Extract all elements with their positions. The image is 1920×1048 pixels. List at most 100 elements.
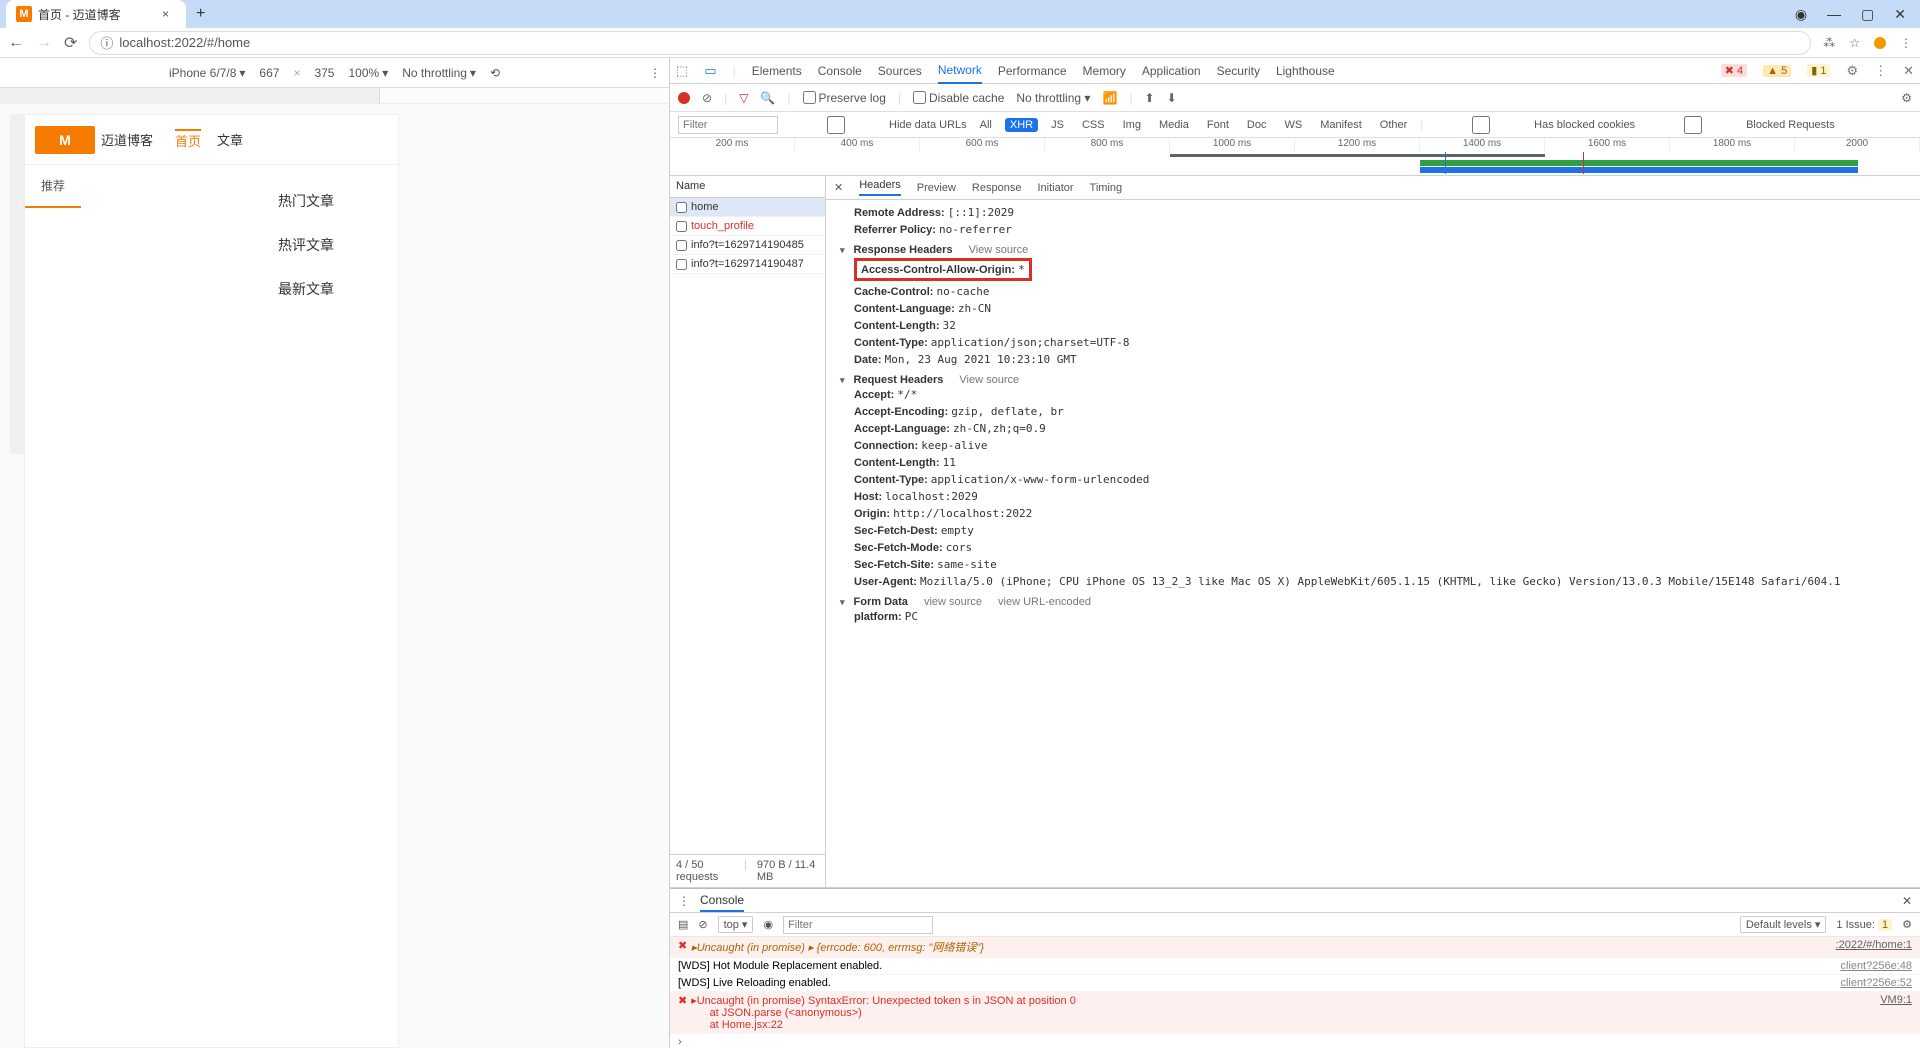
- request-row[interactable]: info?t=1629714190487: [670, 255, 825, 274]
- throttling-select[interactable]: No throttling ▾: [1016, 91, 1090, 105]
- detail-tab-headers[interactable]: Headers: [859, 179, 901, 196]
- detail-tab-response[interactable]: Response: [972, 182, 1022, 194]
- device-select[interactable]: iPhone 6/7/8 ▾: [169, 66, 245, 80]
- console-tab[interactable]: Console: [700, 890, 744, 912]
- zoom-select[interactable]: 100% ▾: [348, 66, 388, 80]
- request-row[interactable]: home: [670, 198, 825, 217]
- filter-type-media[interactable]: Media: [1154, 118, 1194, 132]
- console-output[interactable]: ✖▸Uncaught (in promise) ▸ {errcode: 600,…: [670, 937, 1920, 1048]
- device-width[interactable]: 667: [259, 66, 279, 80]
- nav-home[interactable]: 首页: [175, 129, 201, 150]
- console-settings-icon[interactable]: ⚙: [1902, 918, 1912, 931]
- console-filter-input[interactable]: [783, 916, 933, 934]
- close-detail-icon[interactable]: ✕: [834, 181, 843, 194]
- drawer-menu-icon[interactable]: ⋮: [678, 894, 690, 908]
- new-tab-button[interactable]: +: [196, 5, 205, 23]
- preserve-log-checkbox[interactable]: Preserve log: [803, 91, 886, 105]
- filter-type-ws[interactable]: WS: [1279, 118, 1307, 132]
- translate-icon[interactable]: ⁂: [1823, 36, 1835, 50]
- devtools-tab-memory[interactable]: Memory: [1083, 59, 1126, 83]
- back-icon[interactable]: ←: [8, 34, 24, 52]
- inspect-icon[interactable]: ⬚: [676, 63, 688, 79]
- hide-data-urls[interactable]: Hide data URLs: [786, 116, 967, 134]
- devtools-tab-sources[interactable]: Sources: [878, 59, 922, 83]
- detail-tab-initiator[interactable]: Initiator: [1037, 182, 1073, 194]
- warnings-badge[interactable]: ▲ 5: [1763, 65, 1791, 77]
- reload-icon[interactable]: ⟳: [64, 33, 77, 53]
- filter-type-img[interactable]: Img: [1118, 118, 1146, 132]
- console-sidebar-icon[interactable]: ▤: [678, 918, 688, 931]
- eye-icon[interactable]: ◉: [763, 918, 773, 931]
- request-row[interactable]: info?t=1629714190485: [670, 236, 825, 255]
- console-prompt[interactable]: ›: [670, 1034, 1920, 1048]
- filter-type-doc[interactable]: Doc: [1242, 118, 1272, 132]
- issues-badge[interactable]: ▮ 1: [1807, 64, 1830, 77]
- extension-icon[interactable]: [1874, 37, 1886, 49]
- devtools-tab-console[interactable]: Console: [818, 59, 862, 83]
- maximize-icon[interactable]: ▢: [1861, 6, 1874, 23]
- devtools-tab-performance[interactable]: Performance: [998, 59, 1067, 83]
- device-mode-icon[interactable]: ▭: [704, 63, 716, 79]
- close-drawer-icon[interactable]: ✕: [1902, 894, 1912, 908]
- url-input[interactable]: ⓘ localhost:2022/#/home: [89, 31, 1811, 55]
- search-icon[interactable]: 🔍: [760, 91, 775, 105]
- network-timeline[interactable]: 200 ms400 ms600 ms800 ms1000 ms1200 ms14…: [670, 138, 1920, 176]
- minimize-icon[interactable]: —: [1827, 6, 1841, 23]
- filter-type-css[interactable]: CSS: [1077, 118, 1110, 132]
- filter-input[interactable]: [678, 116, 778, 134]
- filter-type-font[interactable]: Font: [1202, 118, 1234, 132]
- filter-type-xhr[interactable]: XHR: [1005, 118, 1038, 132]
- close-icon[interactable]: ×: [162, 7, 176, 21]
- devtools-tab-security[interactable]: Security: [1217, 59, 1260, 83]
- export-icon[interactable]: ⬇: [1167, 91, 1177, 105]
- close-devtools-icon[interactable]: ✕: [1903, 63, 1914, 79]
- filter-icon[interactable]: ▽: [739, 91, 748, 105]
- nav-articles[interactable]: 文章: [217, 130, 243, 149]
- record-icon[interactable]: [678, 92, 690, 104]
- levels-select[interactable]: Default levels ▾: [1740, 916, 1827, 933]
- blocked-cookies-checkbox[interactable]: Has blocked cookies: [1431, 116, 1635, 134]
- site-logo[interactable]: M: [35, 126, 95, 154]
- disc-icon[interactable]: ◉: [1795, 6, 1807, 23]
- menu-icon[interactable]: ⋮: [1900, 36, 1912, 50]
- errors-badge[interactable]: ✖ 4: [1721, 64, 1747, 77]
- import-icon[interactable]: ⬆: [1145, 91, 1155, 105]
- console-line[interactable]: [WDS] Hot Module Replacement enabled.cli…: [670, 958, 1920, 975]
- device-height[interactable]: 375: [314, 66, 334, 80]
- clear-console-icon[interactable]: ⊘: [698, 918, 707, 931]
- wifi-icon[interactable]: 📶: [1102, 91, 1117, 105]
- rotate-icon[interactable]: ⟲: [490, 66, 500, 80]
- filter-type-js[interactable]: JS: [1046, 118, 1069, 132]
- headers-panel[interactable]: Remote Address: [::1]:2029Referrer Polic…: [826, 200, 1920, 887]
- detail-tab-preview[interactable]: Preview: [917, 182, 956, 194]
- console-line[interactable]: [WDS] Live Reloading enabled.client?256e…: [670, 975, 1920, 992]
- close-window-icon[interactable]: ✕: [1894, 6, 1906, 23]
- filter-type-manifest[interactable]: Manifest: [1315, 118, 1367, 132]
- more-icon[interactable]: ⋮: [1874, 63, 1887, 79]
- request-list-header[interactable]: Name: [670, 176, 825, 198]
- throttle-select[interactable]: No throttling ▾: [402, 66, 476, 80]
- blocked-requests-checkbox[interactable]: Blocked Requests: [1643, 116, 1835, 134]
- settings-icon[interactable]: ⚙: [1846, 63, 1858, 79]
- console-line[interactable]: ✖▸Uncaught (in promise) SyntaxError: Une…: [670, 992, 1920, 1034]
- request-headers-section[interactable]: Request Headers View source: [840, 374, 1906, 386]
- phone-viewport[interactable]: M 迈道博客 首页 文章 推荐 热门文章 热评文章 最新文章: [24, 114, 399, 1048]
- devtools-tab-lighthouse[interactable]: Lighthouse: [1276, 59, 1335, 83]
- devtools-tab-network[interactable]: Network: [938, 58, 982, 84]
- console-line[interactable]: ✖▸Uncaught (in promise) ▸ {errcode: 600,…: [670, 937, 1920, 958]
- request-row[interactable]: touch_profile: [670, 217, 825, 236]
- response-headers-section[interactable]: Response Headers View source: [840, 244, 1906, 256]
- device-menu-icon[interactable]: ⋮: [649, 66, 661, 80]
- disable-cache-checkbox[interactable]: Disable cache: [913, 91, 1004, 105]
- issues-label[interactable]: 1 Issue: 1: [1836, 919, 1892, 931]
- browser-tab[interactable]: M 首页 - 迈道博客 ×: [6, 0, 186, 28]
- context-select[interactable]: top ▾: [718, 916, 754, 933]
- filter-type-all[interactable]: All: [975, 118, 997, 132]
- clear-icon[interactable]: ⊘: [702, 91, 712, 105]
- filter-type-other[interactable]: Other: [1375, 118, 1413, 132]
- detail-tab-timing[interactable]: Timing: [1090, 182, 1123, 194]
- devtools-tab-elements[interactable]: Elements: [752, 59, 802, 83]
- gear-icon[interactable]: ⚙: [1901, 91, 1912, 105]
- devtools-tab-application[interactable]: Application: [1142, 59, 1201, 83]
- form-data-section[interactable]: Form Data view source view URL-encoded: [840, 596, 1906, 608]
